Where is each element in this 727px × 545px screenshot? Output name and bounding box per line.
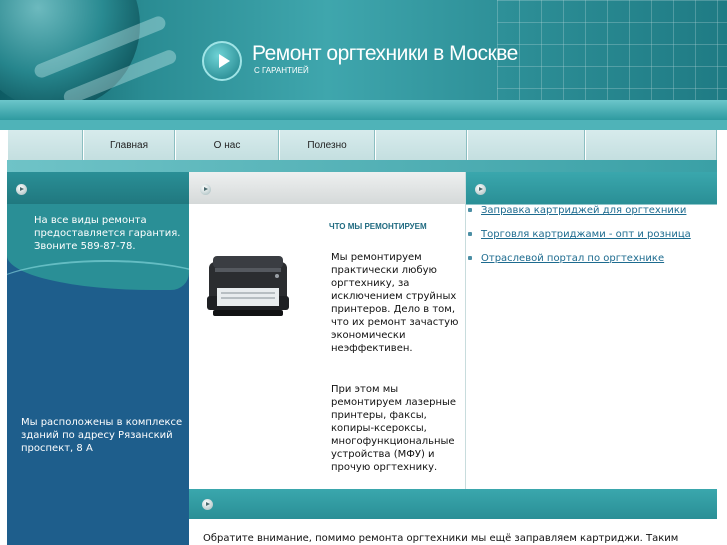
- nav-top-band: [0, 120, 727, 130]
- link-cartridge-refill[interactable]: Заправка картриджей для оргтехники: [481, 205, 686, 216]
- bottom-content: Обратите внимание, помимо ремонта оргтех…: [189, 489, 717, 545]
- page: Ремонт оргтехники в Москве С ГАРАНТИЕЙ Г…: [0, 0, 727, 545]
- nav-item-blank-4[interactable]: [585, 130, 717, 160]
- main-nav: Главная О нас Полезно: [7, 130, 717, 161]
- left-panel-header: [7, 172, 189, 204]
- link-cartridge-trade[interactable]: Торговля картриджами - опт и розница: [481, 229, 691, 240]
- left-sidebar: На все виды ремонта предоставляется гара…: [7, 172, 189, 545]
- arrow-bullet-icon: [475, 184, 486, 195]
- nav-item-useful[interactable]: Полезно: [279, 130, 375, 160]
- site-header: Ремонт оргтехники в Москве С ГАРАНТИЕЙ: [0, 0, 727, 120]
- nav-item-blank-1[interactable]: [7, 130, 83, 160]
- link-industry-portal[interactable]: Отраслевой портал по оргтехнике: [481, 253, 664, 264]
- main-content: ЧТО МЫ РЕМОНТИРУЕМ Мы ремонтируем практи…: [189, 172, 466, 489]
- arrow-bullet-icon: [202, 499, 213, 510]
- site-title: Ремонт оргтехники в Москве: [252, 42, 518, 65]
- nav-item-home[interactable]: Главная: [83, 130, 175, 160]
- bottom-paragraph: Обратите внимание, помимо ремонта оргтех…: [203, 533, 679, 544]
- right-sidebar: Заправка картриджей для оргтехники Торго…: [466, 172, 717, 489]
- nav-item-about[interactable]: О нас: [175, 130, 279, 160]
- site-subtitle: С ГАРАНТИЕЙ: [254, 66, 309, 75]
- arrow-bullet-icon: [200, 184, 211, 195]
- arrow-bullet-icon: [16, 184, 27, 195]
- decor-swoosh: [7, 260, 189, 322]
- bottom-panel-header: [189, 489, 717, 519]
- main-paragraph-2: При этом мы ремонтируем лазерные принтер…: [331, 384, 457, 473]
- main-paragraph-1: Мы ремонтируем практически любую оргтехн…: [331, 252, 459, 354]
- right-panel-header: [466, 172, 717, 204]
- section-heading: ЧТО МЫ РЕМОНТИРУЕМ: [329, 222, 427, 231]
- link-bullet-icon: [468, 208, 472, 212]
- printer-image: [207, 256, 289, 316]
- main-panel-header: [189, 172, 465, 204]
- warranty-text: На все виды ремонта предоставляется гара…: [34, 215, 181, 252]
- link-bullet-icon: [468, 232, 472, 236]
- play-icon: [202, 41, 242, 81]
- nav-under-band: [7, 160, 717, 172]
- link-bullet-icon: [468, 256, 472, 260]
- address-text: Мы расположены в комплексе зданий по адр…: [21, 417, 183, 454]
- header-band: [0, 100, 727, 120]
- nav-item-blank-2[interactable]: [375, 130, 467, 160]
- nav-item-blank-3[interactable]: [467, 130, 585, 160]
